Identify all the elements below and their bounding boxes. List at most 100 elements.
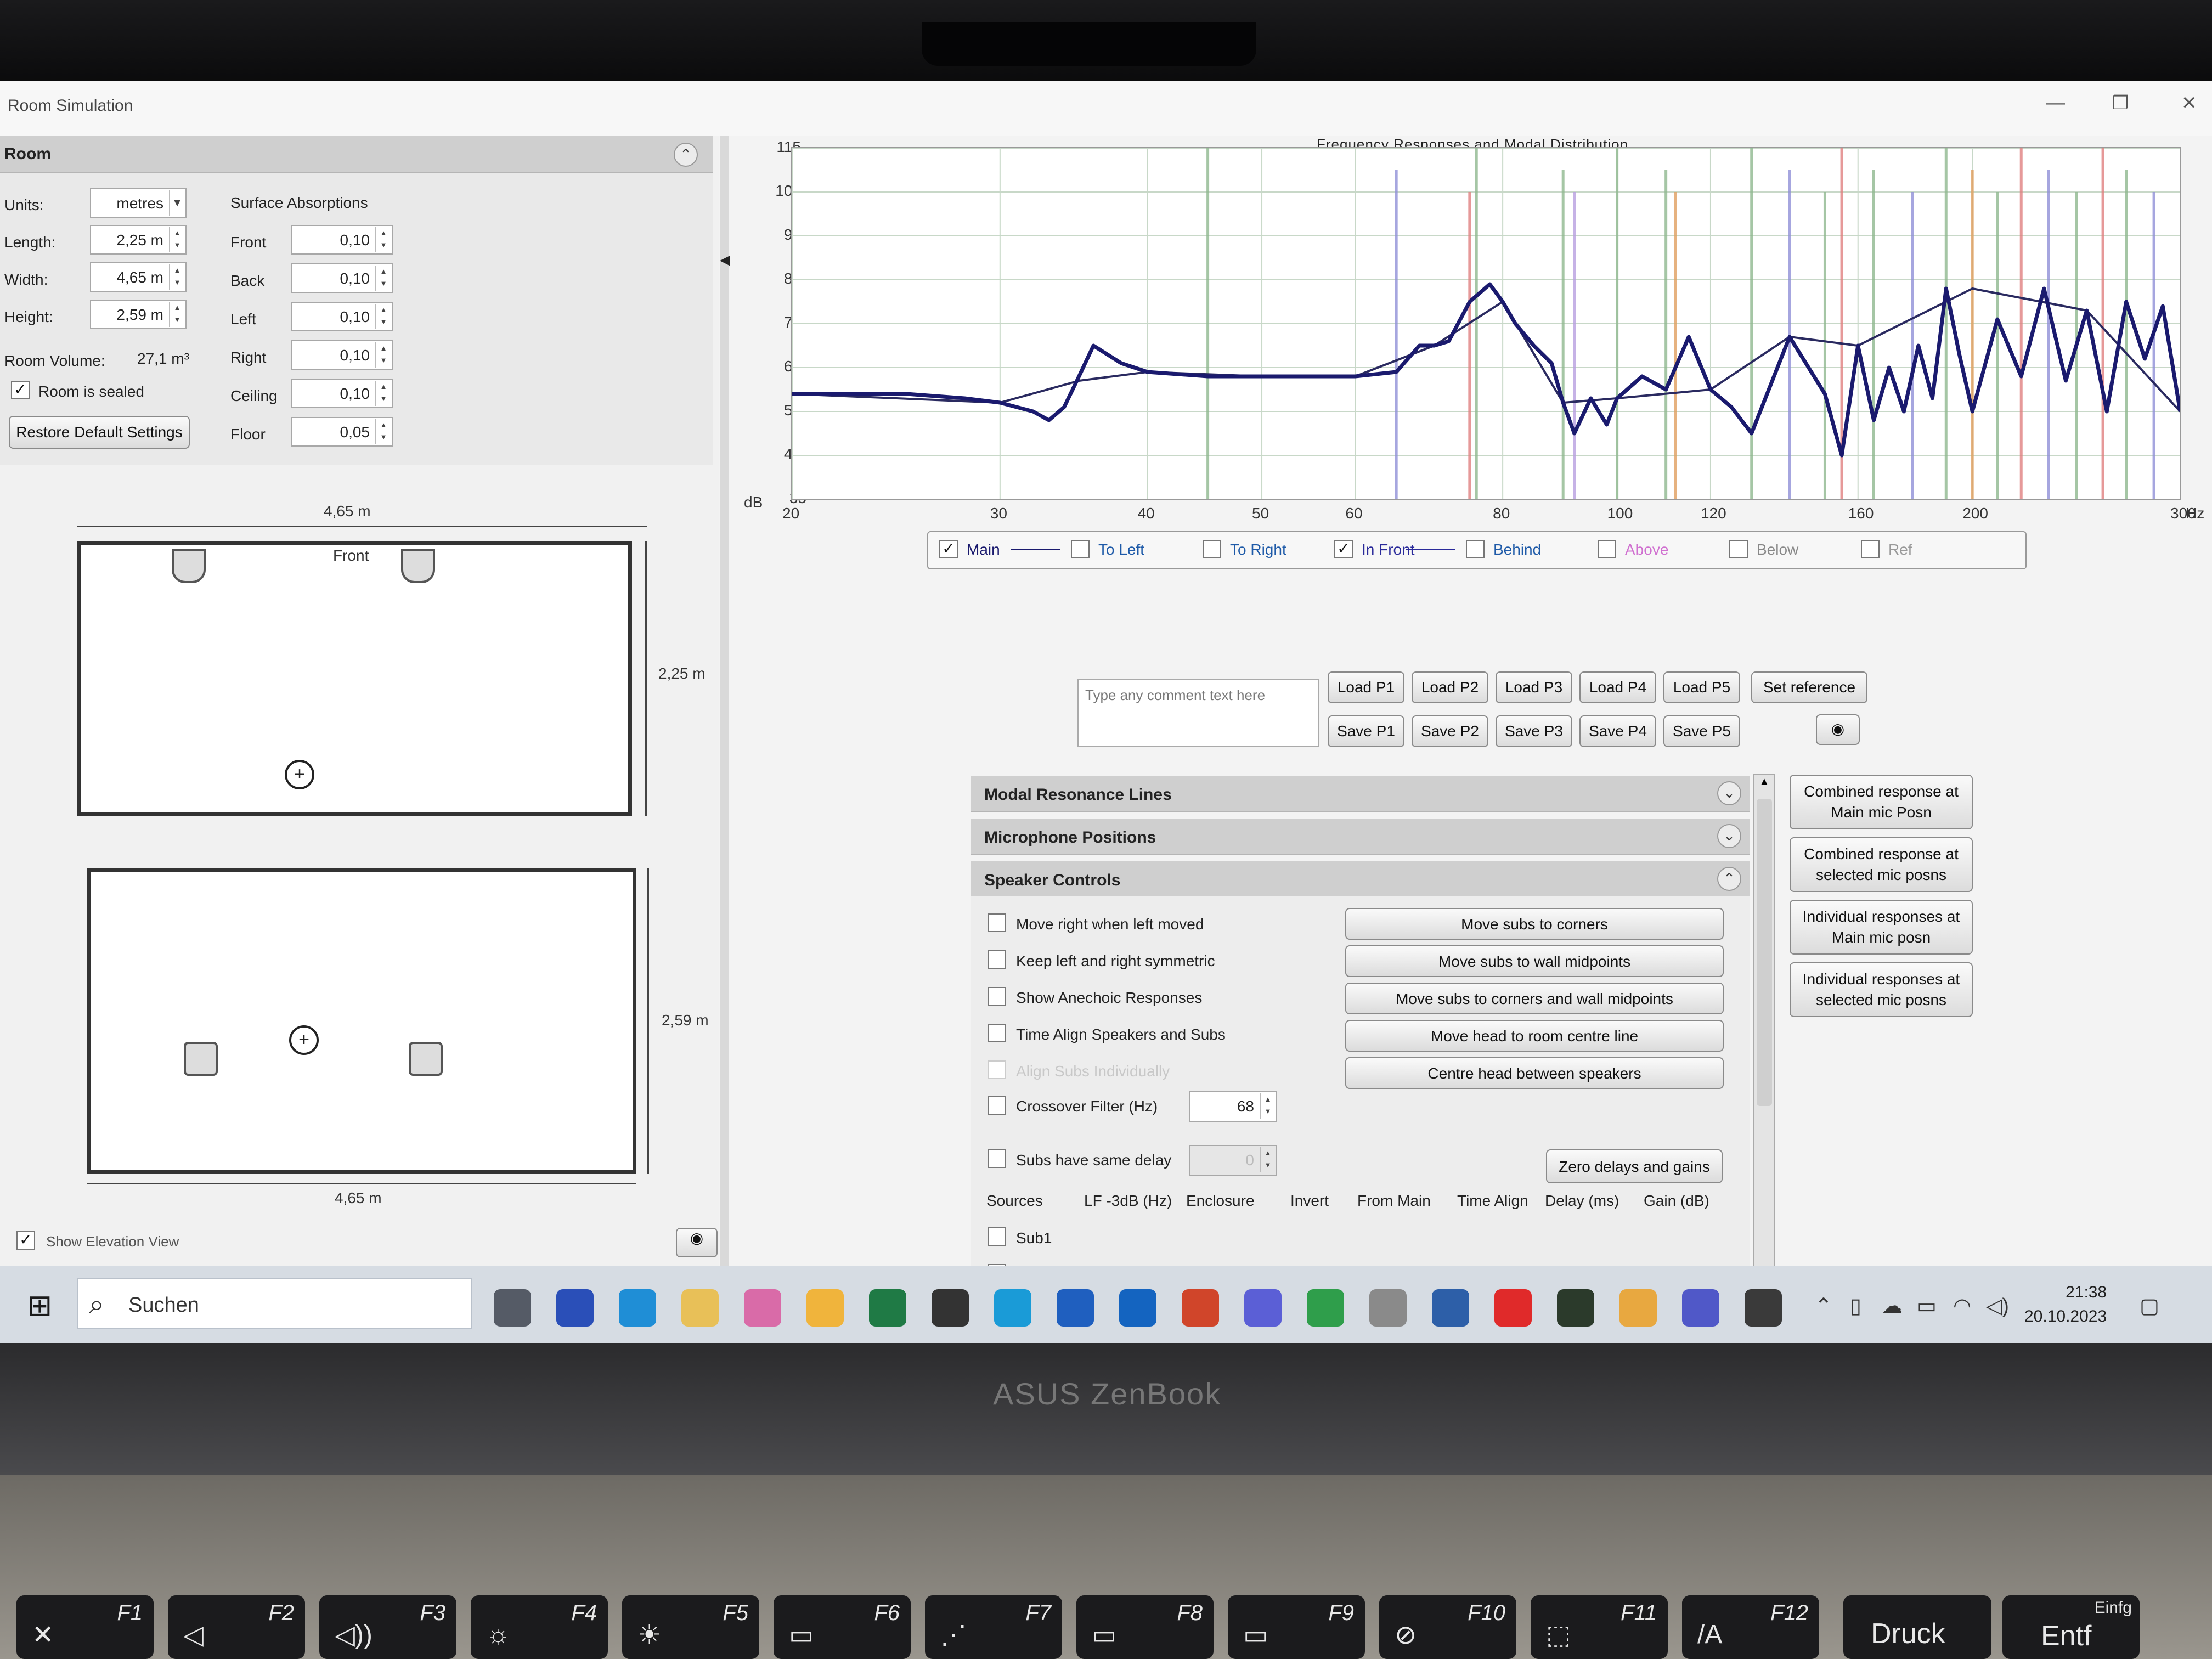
- sub-speaker-left[interactable]: [184, 1042, 218, 1076]
- plan-view[interactable]: Front +: [77, 541, 632, 816]
- speaker-action-button[interactable]: Move subs to wall midpoints: [1345, 945, 1724, 977]
- response-mode-button[interactable]: Individual responses at Main mic posn: [1790, 900, 1973, 955]
- cloud-icon[interactable]: ☁: [1882, 1294, 1903, 1318]
- modal-resonance-header[interactable]: Modal Resonance Lines ⌄: [971, 776, 1750, 812]
- minimize-icon[interactable]: —: [2046, 92, 2065, 114]
- entf-key[interactable]: Entf Einfg: [2002, 1595, 2140, 1659]
- subs-delay-checkbox[interactable]: [988, 1149, 1006, 1168]
- music-icon[interactable]: [744, 1289, 781, 1327]
- chrome-icon[interactable]: [1307, 1289, 1344, 1327]
- room-sealed-checkbox[interactable]: ✓: [11, 381, 30, 399]
- crossover-field[interactable]: 68 ▲ ▼: [1189, 1091, 1277, 1122]
- clock-app-icon[interactable]: [1745, 1289, 1782, 1327]
- excel-icon[interactable]: [869, 1289, 906, 1327]
- response-mode-button[interactable]: Individual responses at selected mic posn…: [1790, 962, 1973, 1017]
- elevation-mic-icon[interactable]: +: [289, 1025, 319, 1055]
- crossover-stepper[interactable]: ▲ ▼: [1260, 1093, 1275, 1119]
- length-field[interactable]: 2,25 m ▲ ▼: [90, 225, 187, 255]
- legend-checkbox[interactable]: [1729, 540, 1748, 558]
- frequency-plot[interactable]: [791, 147, 2182, 500]
- elevation-view[interactable]: +: [87, 868, 636, 1174]
- load-p3-button[interactable]: Load P3: [1496, 672, 1572, 703]
- tray-device-icon[interactable]: ▯: [1850, 1294, 1861, 1318]
- key-f3[interactable]: F3 ◁)): [319, 1595, 456, 1659]
- circle-app-icon[interactable]: [994, 1289, 1031, 1327]
- teams-icon[interactable]: [1682, 1289, 1719, 1327]
- app-icon[interactable]: [556, 1289, 594, 1327]
- right-speaker[interactable]: [401, 549, 435, 583]
- left-speaker[interactable]: [172, 549, 206, 583]
- key-f10[interactable]: F10 ⊘: [1379, 1595, 1516, 1659]
- length-stepper[interactable]: ▲ ▼: [169, 227, 184, 252]
- hex-app-icon[interactable]: [1244, 1289, 1282, 1327]
- windows-start-icon[interactable]: ⊞: [27, 1288, 52, 1323]
- width-stepper[interactable]: ▲ ▼: [169, 264, 184, 290]
- vertical-scrollbar[interactable]: ▲ ▼: [1753, 774, 1775, 1343]
- absorption-field-right[interactable]: 0,10 ▲ ▼: [291, 340, 393, 370]
- show-elevation-checkbox[interactable]: ✓: [16, 1231, 35, 1250]
- pane-divider[interactable]: ◀: [720, 136, 731, 1266]
- zero-delays-button[interactable]: Zero delays and gains: [1546, 1149, 1723, 1183]
- speaker-action-button[interactable]: Move head to room centre line: [1345, 1020, 1724, 1052]
- outlook-icon[interactable]: [1119, 1289, 1156, 1327]
- speaker-option-checkbox[interactable]: [988, 1060, 1006, 1079]
- legend-checkbox[interactable]: [1861, 540, 1880, 558]
- response-mode-button[interactable]: Combined response at selected mic posns: [1790, 837, 1973, 892]
- clock[interactable]: 21:38 20.10.2023: [2024, 1280, 2107, 1329]
- pinwheel-icon[interactable]: [1369, 1289, 1407, 1327]
- legend-checkbox[interactable]: [1466, 540, 1485, 558]
- comment-input[interactable]: Type any comment text here: [1077, 679, 1319, 747]
- chevron-down-icon[interactable]: ▼: [169, 190, 184, 216]
- speaker-action-button[interactable]: Centre head between speakers: [1345, 1057, 1724, 1089]
- scroll-thumb[interactable]: [1757, 799, 1772, 1106]
- speaker-option-checkbox[interactable]: [988, 1024, 1006, 1042]
- ue-icon[interactable]: [932, 1289, 969, 1327]
- collapse-left-icon[interactable]: ◀: [720, 251, 731, 268]
- key-f5[interactable]: F5 ☀: [622, 1595, 759, 1659]
- graph-camera-icon[interactable]: ◉: [1816, 714, 1860, 745]
- key-f11[interactable]: F11 ⬚: [1531, 1595, 1668, 1659]
- key-f8[interactable]: F8 ▭: [1076, 1595, 1214, 1659]
- subs-delay-stepper[interactable]: ▲ ▼: [1260, 1147, 1275, 1172]
- collapse-up-icon[interactable]: ⌃: [674, 143, 698, 167]
- absorption-stepper[interactable]: ▲ ▼: [375, 304, 391, 329]
- photo-icon[interactable]: [1620, 1289, 1657, 1327]
- tray-chevron-icon[interactable]: ⌃: [1815, 1294, 1832, 1318]
- key-f1[interactable]: F1 ✕: [16, 1595, 154, 1659]
- expand-down-icon[interactable]: ⌄: [1717, 781, 1741, 805]
- load-p1-button[interactable]: Load P1: [1328, 672, 1404, 703]
- absorption-field-ceiling[interactable]: 0,10 ▲ ▼: [291, 379, 393, 408]
- restore-defaults-button[interactable]: Restore Default Settings: [9, 416, 190, 449]
- room-header[interactable]: Room ⌃: [0, 136, 713, 173]
- camera-icon[interactable]: ◉: [676, 1228, 718, 1257]
- explorer-icon[interactable]: [806, 1289, 844, 1327]
- key-f7[interactable]: F7 ⋰: [925, 1595, 1062, 1659]
- subs-delay-field[interactable]: 0 ▲ ▼: [1189, 1145, 1277, 1176]
- load-p5-button[interactable]: Load P5: [1663, 672, 1740, 703]
- key-f9[interactable]: F9 ▭: [1228, 1595, 1365, 1659]
- collapse-up-icon[interactable]: ⌃: [1717, 867, 1741, 891]
- absorption-field-floor[interactable]: 0,05 ▲ ▼: [291, 417, 393, 447]
- save-p3-button[interactable]: Save P3: [1496, 715, 1572, 747]
- absorption-stepper[interactable]: ▲ ▼: [375, 227, 391, 252]
- battery-icon[interactable]: ▭: [1917, 1294, 1937, 1318]
- response-mode-button[interactable]: Combined response at Main mic Posn: [1790, 775, 1973, 830]
- rew-icon[interactable]: [1557, 1289, 1594, 1327]
- close-icon[interactable]: ✕: [2181, 92, 2197, 114]
- key-f4[interactable]: F4 ☼: [471, 1595, 608, 1659]
- absorption-field-left[interactable]: 0,10 ▲ ▼: [291, 302, 393, 331]
- set-reference-button[interactable]: Set reference: [1751, 672, 1867, 703]
- absorption-stepper[interactable]: ▲ ▼: [375, 266, 391, 291]
- width-field[interactable]: 4,65 m ▲ ▼: [90, 262, 187, 292]
- legend-checkbox[interactable]: ✓: [1334, 540, 1353, 558]
- load-p4-button[interactable]: Load P4: [1579, 672, 1656, 703]
- absorption-stepper[interactable]: ▲ ▼: [375, 342, 391, 368]
- speaker-option-checkbox[interactable]: [988, 987, 1006, 1006]
- restore-icon[interactable]: ❐: [2112, 92, 2129, 114]
- save-p1-button[interactable]: Save P1: [1328, 715, 1404, 747]
- sub-speaker-right[interactable]: [409, 1042, 443, 1076]
- speaker-action-button[interactable]: Move subs to corners: [1345, 908, 1724, 940]
- expand-down-icon[interactable]: ⌄: [1717, 824, 1741, 848]
- task-view-icon[interactable]: [494, 1289, 531, 1327]
- absorption-stepper[interactable]: ▲ ▼: [375, 381, 391, 406]
